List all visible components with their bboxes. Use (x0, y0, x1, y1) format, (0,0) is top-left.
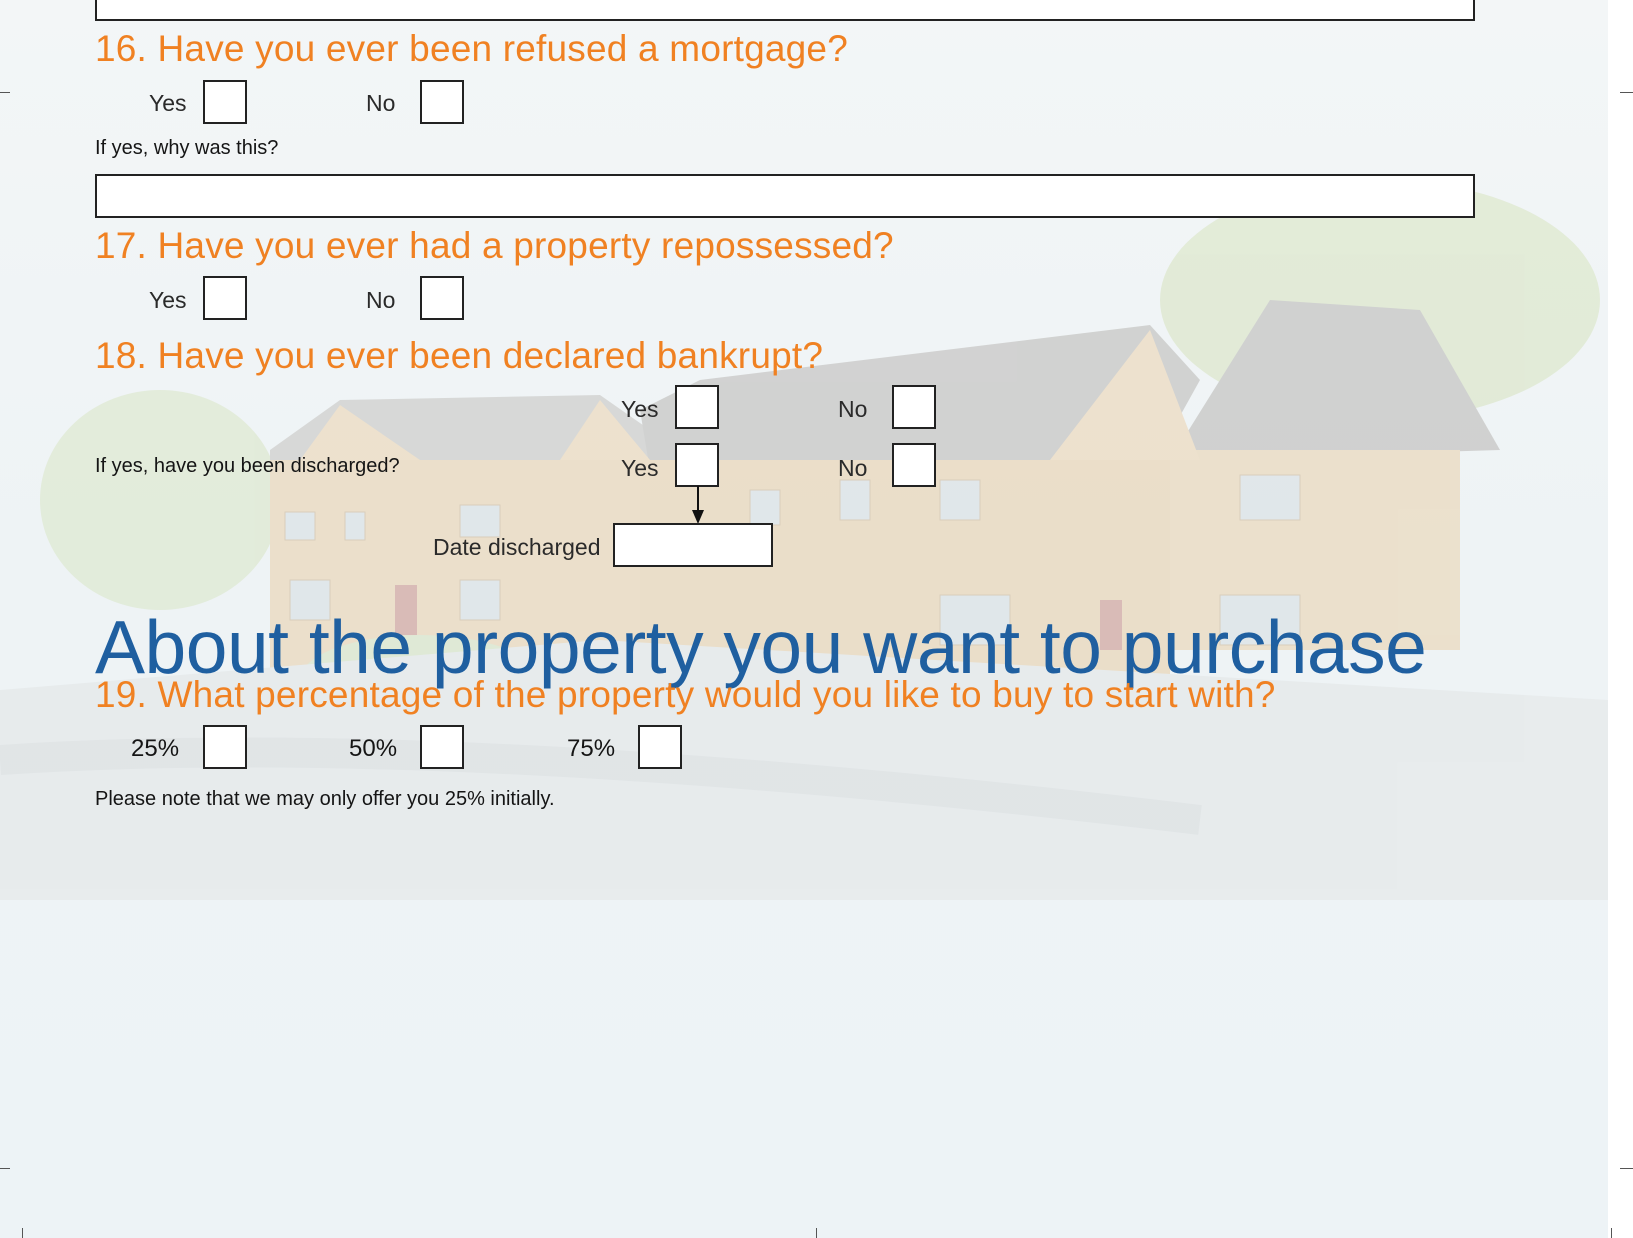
q18-no-label: No (838, 396, 868, 422)
q19-option-50-label: 50% (349, 735, 398, 762)
q19-option-75-label: 75% (567, 735, 616, 762)
crop-mark-bottom-right (1611, 1228, 1612, 1238)
crop-mark-bottom-center (816, 1228, 817, 1238)
crop-mark-right-top (1620, 92, 1633, 93)
q17-yes-checkbox[interactable] (203, 276, 247, 320)
q19-option-75-checkbox[interactable] (638, 725, 682, 769)
q18-discharged-yes-checkbox[interactable] (675, 443, 719, 487)
previous-answer-box[interactable] (95, 0, 1475, 21)
q17-no-label: No (366, 287, 396, 313)
q17-no-checkbox[interactable] (420, 276, 464, 320)
q18-discharged-no-label: No (838, 455, 868, 481)
question-19-title: 19. What percentage of the property woul… (95, 674, 1276, 715)
crop-mark-right-bottom (1620, 1168, 1633, 1169)
crop-mark-left-top (0, 92, 10, 93)
q18-no-checkbox[interactable] (892, 385, 936, 429)
arrow-down-icon (692, 486, 704, 524)
q18-yes-label: Yes (621, 396, 659, 422)
q19-note: Please note that we may only offer you 2… (95, 788, 555, 810)
q16-follow-up-label: If yes, why was this? (95, 137, 279, 159)
q18-discharged-yes-label: Yes (621, 455, 659, 481)
crop-mark-left-bottom (0, 1168, 10, 1169)
q17-yes-label: Yes (149, 287, 187, 313)
question-17-title: 17. Have you ever had a property reposse… (95, 225, 894, 266)
form-page: 16. Have you ever been refused a mortgag… (0, 0, 1608, 1238)
q16-no-label: No (366, 90, 396, 116)
q16-reason-field[interactable] (95, 174, 1475, 218)
q16-yes-checkbox[interactable] (203, 80, 247, 124)
q19-option-50-checkbox[interactable] (420, 725, 464, 769)
q19-option-25-checkbox[interactable] (203, 725, 247, 769)
q18-discharged-no-checkbox[interactable] (892, 443, 936, 487)
date-discharged-label: Date discharged (433, 534, 601, 560)
q19-option-25-label: 25% (131, 735, 180, 762)
q18-discharged-question: If yes, have you been discharged? (95, 455, 400, 477)
crop-mark-bottom-left (22, 1228, 23, 1238)
question-18-title: 18. Have you ever been declared bankrupt… (95, 335, 824, 376)
question-16-title: 16. Have you ever been refused a mortgag… (95, 28, 848, 69)
q18-yes-checkbox[interactable] (675, 385, 719, 429)
q16-yes-label: Yes (149, 90, 187, 116)
date-discharged-field[interactable] (613, 523, 773, 567)
q16-no-checkbox[interactable] (420, 80, 464, 124)
